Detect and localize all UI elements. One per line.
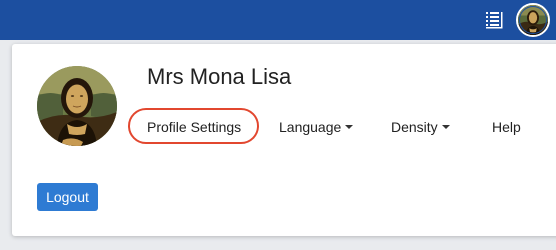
nav-help[interactable]: Help	[492, 119, 521, 135]
caret-down-icon	[441, 125, 450, 129]
nav-density-label: Density	[391, 119, 438, 135]
nav-language-label: Language	[279, 119, 342, 135]
user-name: Mrs Mona Lisa	[147, 64, 292, 89]
user-avatar-icon[interactable]	[516, 3, 550, 37]
top-bar	[0, 0, 556, 40]
nav-profile-settings[interactable]: Profile Settings	[147, 119, 241, 135]
list-icon[interactable]	[484, 10, 504, 30]
caret-down-icon	[345, 125, 354, 129]
profile-avatar	[37, 66, 117, 146]
nav-language-dropdown[interactable]: Language	[279, 119, 354, 135]
nav-density-dropdown[interactable]: Density	[391, 119, 450, 135]
logout-button[interactable]: Logout	[37, 183, 98, 211]
